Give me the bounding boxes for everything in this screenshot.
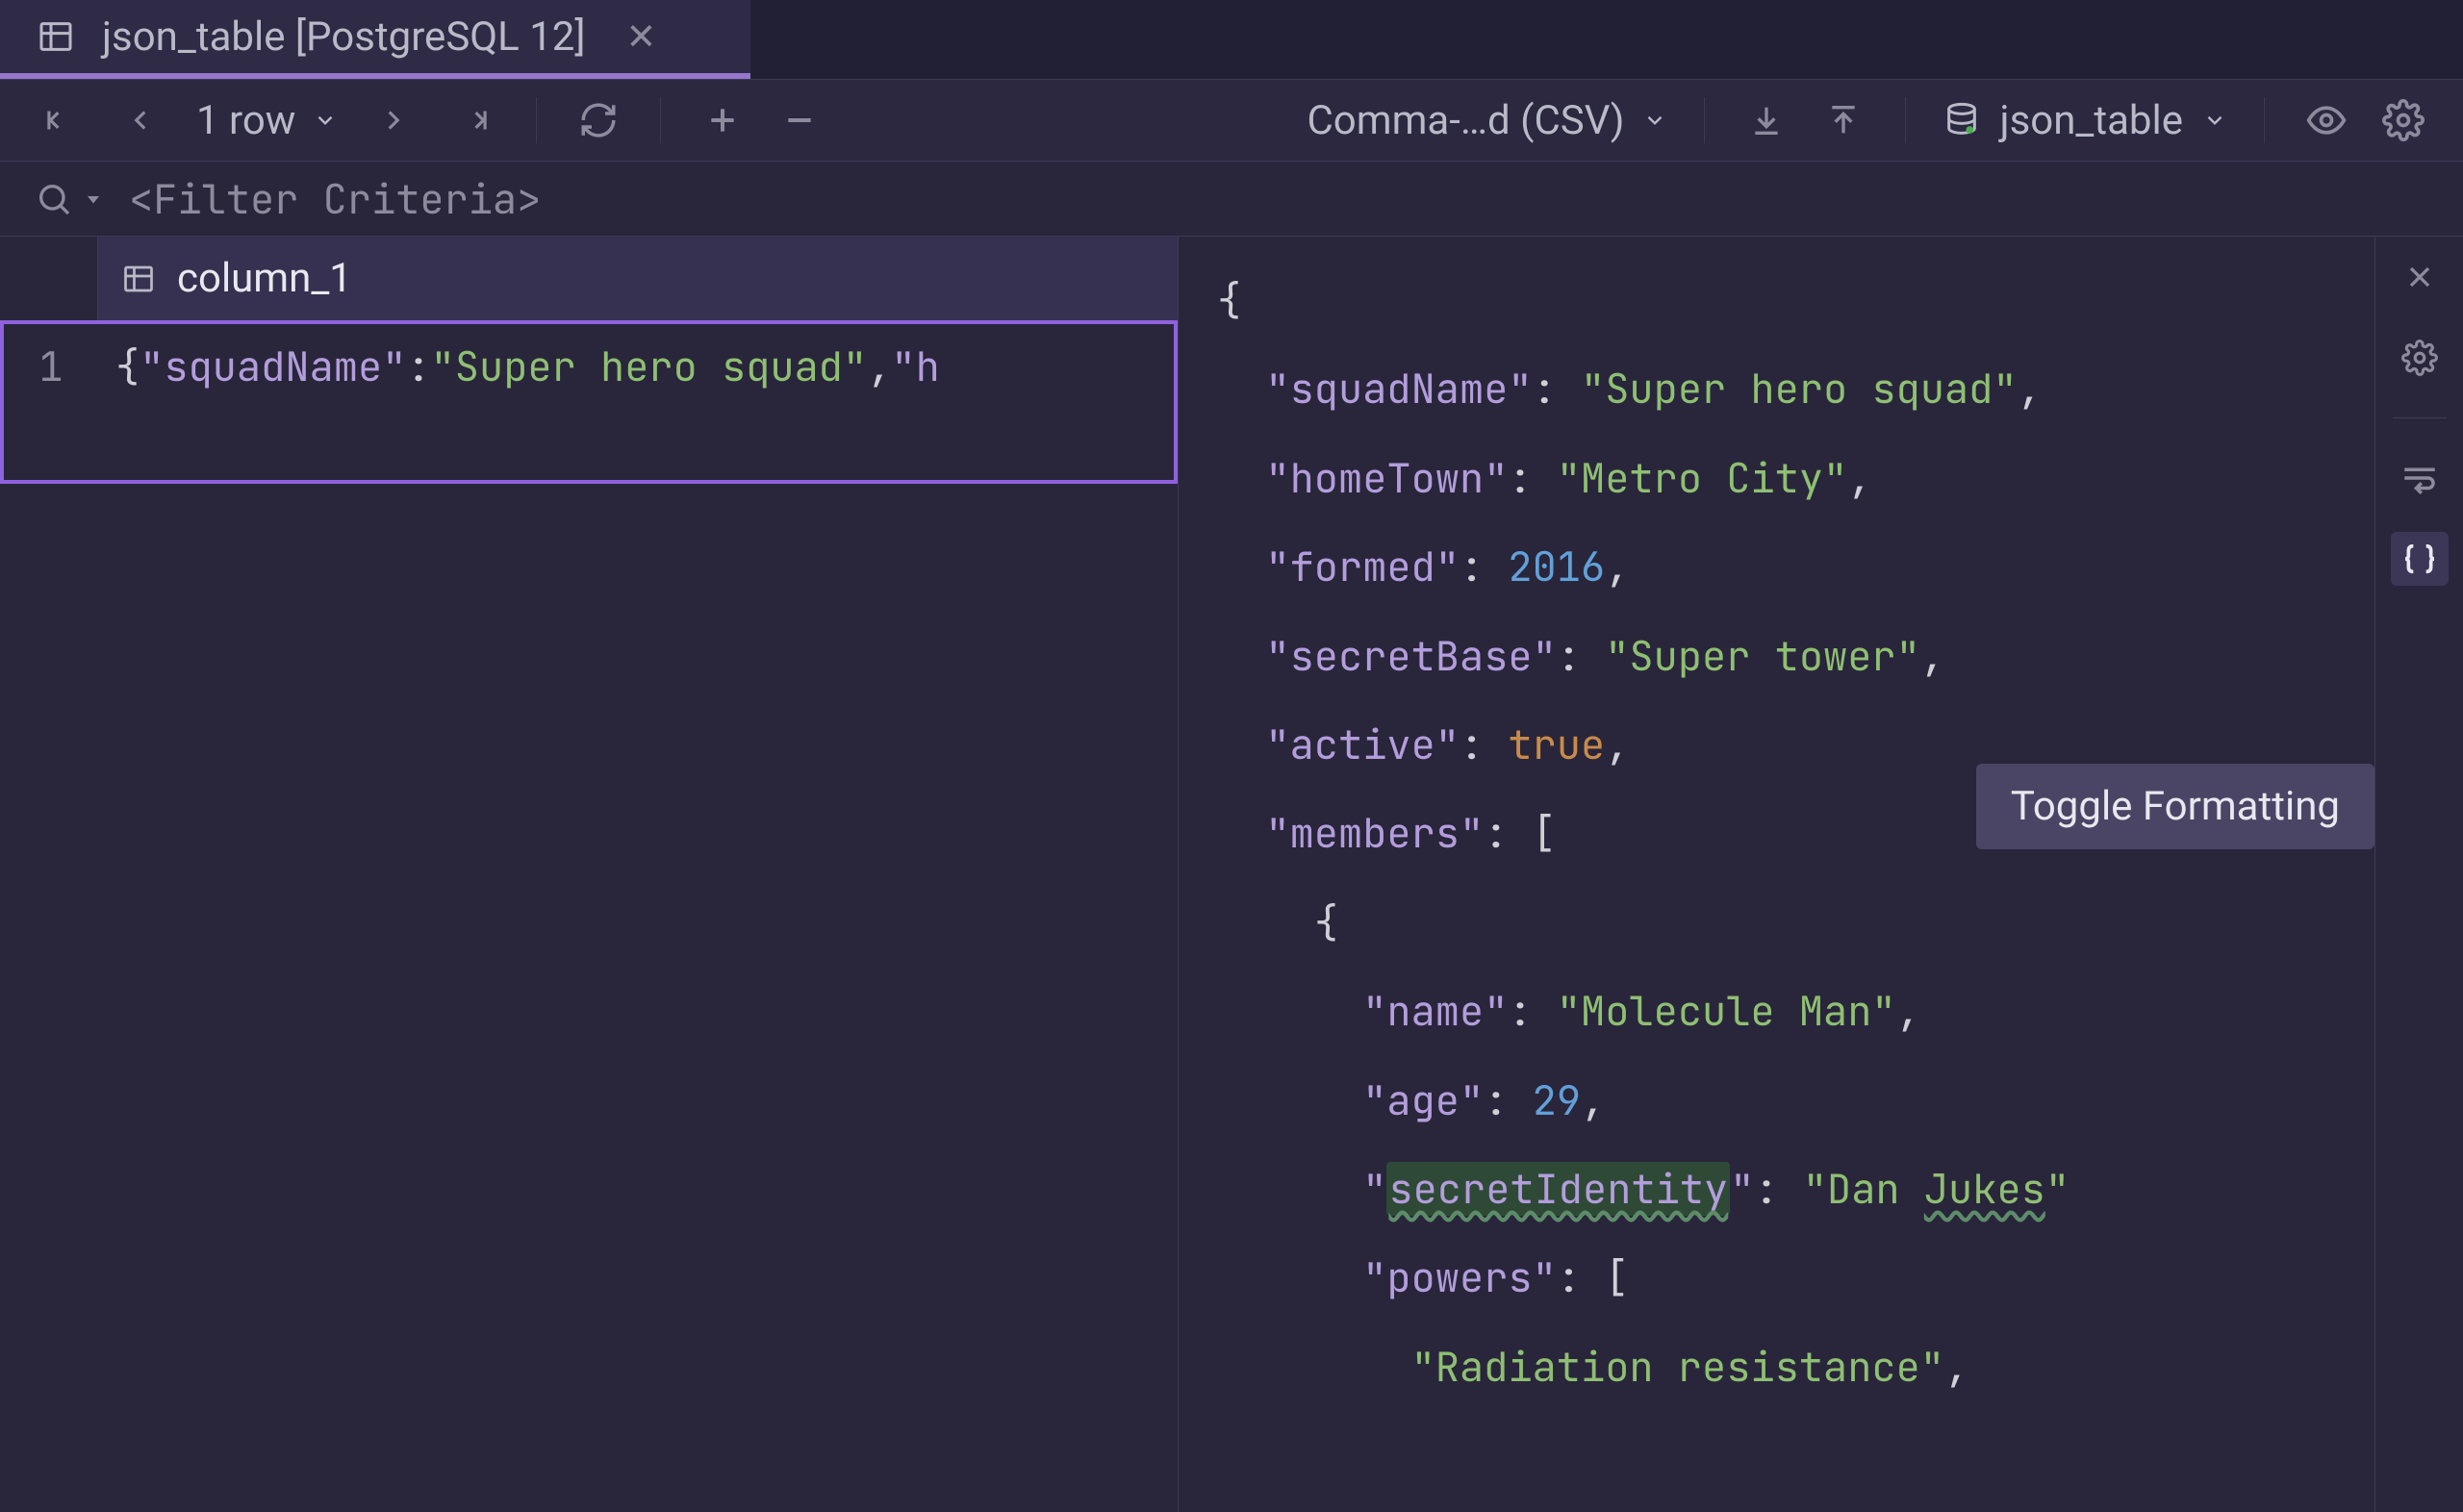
tab-bar: json_table [PostgreSQL 12] ✕ (0, 0, 2463, 79)
chevron-down-icon[interactable] (85, 190, 102, 208)
data-grid: column_1 1 {"squadName":"Super hero squa… (0, 237, 1179, 1512)
remove-row-button[interactable] (774, 95, 825, 145)
row-count-label: 1 row (196, 97, 295, 144)
view-button[interactable] (2301, 95, 2351, 145)
panel-settings-button[interactable] (2391, 331, 2449, 385)
target-table-dropdown[interactable]: json_table (1942, 97, 2227, 144)
next-page-button[interactable] (368, 95, 419, 145)
download-button[interactable] (1741, 95, 1791, 145)
reload-button[interactable] (573, 95, 623, 145)
export-format-dropdown[interactable]: Comma-…d (CSV) (1307, 97, 1666, 144)
value-editor-rail (2374, 237, 2463, 1512)
json-viewer[interactable]: { "squadName": "Super hero squad", "home… (1179, 237, 2374, 1512)
filter-bar[interactable]: <Filter Criteria> (0, 162, 2463, 237)
tab-title: json_table [PostgreSQL 12] (102, 13, 586, 61)
column-header-row: column_1 (0, 237, 1178, 321)
soft-wrap-button[interactable] (2391, 451, 2449, 505)
filter-placeholder: <Filter Criteria> (129, 172, 541, 226)
prev-page-button[interactable] (115, 95, 165, 145)
column-icon (121, 262, 156, 296)
table-name-label: json_table (2000, 97, 2183, 144)
tab-json-table[interactable]: json_table [PostgreSQL 12] ✕ (0, 0, 750, 79)
close-tab-icon[interactable]: ✕ (626, 15, 657, 59)
row-number[interactable]: 1 (4, 324, 98, 480)
format-label: Comma-…d (CSV) (1307, 97, 1624, 144)
cell-column-1[interactable]: {"squadName":"Super hero squad","h (98, 324, 1174, 480)
toolbar: 1 row Comma-…d (CSV) (0, 79, 2463, 162)
table-icon (37, 17, 75, 56)
add-row-button[interactable] (698, 95, 748, 145)
table-row[interactable]: 1 {"squadName":"Super hero squad","h (0, 320, 1178, 484)
tooltip: Toggle Formatting (1976, 764, 2374, 849)
close-panel-button[interactable] (2391, 250, 2449, 304)
tooltip-text: Toggle Formatting (2011, 783, 2340, 830)
column-header-column-1[interactable]: column_1 (98, 237, 1178, 320)
database-icon (1942, 101, 1981, 139)
search-icon (35, 180, 73, 218)
last-page-button[interactable] (449, 95, 499, 145)
column-header-label: column_1 (177, 255, 352, 302)
row-count-dropdown[interactable]: 1 row (196, 97, 338, 144)
first-page-button[interactable] (35, 95, 85, 145)
upload-button[interactable] (1818, 95, 1868, 145)
settings-button[interactable] (2378, 95, 2428, 145)
row-gutter-header[interactable] (0, 237, 98, 320)
toggle-formatting-button[interactable] (2391, 532, 2449, 586)
